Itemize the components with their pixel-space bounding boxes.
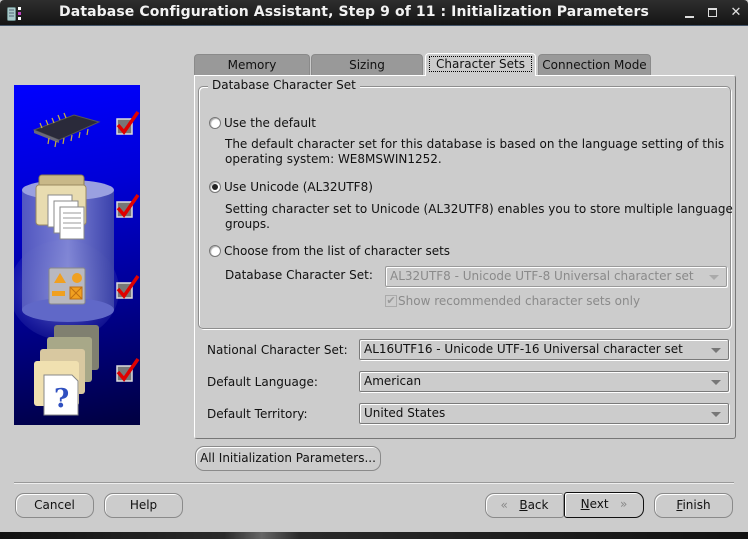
group-legend: Database Character Set	[208, 78, 360, 92]
database-charset-label: Database Character Set:	[225, 268, 373, 282]
help-button[interactable]: Help	[104, 493, 183, 518]
close-icon: ✕	[730, 5, 742, 20]
chevron-right-icon: »	[620, 497, 628, 511]
memory-chip-icon	[32, 112, 101, 148]
chevron-down-icon	[709, 275, 719, 280]
svg-text:?: ?	[54, 384, 69, 414]
radio-label: Use Unicode (AL32UTF8)	[224, 180, 373, 194]
description-line: Setting character set to Unicode (AL32UT…	[225, 202, 733, 216]
checkbox-label: Show recommended character sets only	[398, 294, 641, 308]
step-checks	[116, 110, 140, 382]
tab-label: Connection Mode	[542, 58, 647, 72]
button-label: inish	[682, 498, 711, 512]
button-label: ack	[527, 498, 549, 512]
select-value: AL32UTF8 - Unicode UTF-8 Universal chara…	[390, 269, 694, 283]
use-unicode-description: Setting character set to Unicode (AL32UT…	[225, 202, 733, 232]
radio-button[interactable]	[209, 117, 221, 129]
radio-use-default[interactable]: Use the default	[209, 116, 316, 130]
radio-label: Use the default	[224, 116, 316, 130]
tab-character-sets[interactable]: Character Sets	[425, 53, 536, 76]
dbca-window: Database Configuration Assistant, Step 9…	[0, 0, 748, 539]
chevron-down-icon	[711, 412, 721, 417]
tab-connection-mode[interactable]: Connection Mode	[538, 54, 651, 76]
all-initialization-parameters-button[interactable]: All Initialization Parameters...	[195, 446, 381, 471]
description-line: operating system: WE8MSWIN1252.	[225, 152, 442, 166]
description-line: groups.	[225, 217, 270, 231]
database-charset-select[interactable]: AL32UTF8 - Unicode UTF-8 Universal chara…	[385, 266, 727, 287]
tab-label: Memory	[227, 58, 277, 72]
select-value: United States	[364, 406, 446, 420]
mnemonic: B	[519, 498, 528, 512]
tab-memory[interactable]: Memory	[194, 54, 310, 76]
shapes-options-icon	[48, 267, 86, 305]
minimize-icon	[685, 16, 694, 18]
national-charset-label: National Character Set:	[207, 343, 348, 357]
select-value: American	[364, 374, 422, 388]
radio-button[interactable]	[209, 245, 221, 257]
separator	[14, 482, 734, 483]
step-check-icon	[116, 110, 140, 135]
minimize-button[interactable]	[682, 5, 698, 21]
maximize-button[interactable]	[705, 5, 721, 21]
tab-label: Character Sets	[428, 56, 532, 72]
button-label: ext	[589, 497, 609, 511]
title-bar[interactable]: Database Configuration Assistant, Step 9…	[0, 0, 748, 26]
step-check-icon	[116, 274, 140, 299]
cancel-button[interactable]: Cancel	[15, 493, 94, 518]
show-recommended-checkbox[interactable]: ✔ Show recommended character sets only	[385, 294, 640, 308]
window-title: Database Configuration Assistant, Step 9…	[59, 4, 649, 20]
default-language-label: Default Language:	[207, 375, 318, 389]
description-line: The default character set for this datab…	[225, 137, 725, 151]
use-default-description: The default character set for this datab…	[225, 137, 724, 167]
tab-label: Sizing	[349, 58, 385, 72]
radio-button[interactable]	[209, 181, 221, 193]
national-charset-select[interactable]: AL16UTF16 - Unicode UTF-16 Universal cha…	[359, 339, 729, 360]
mnemonic: N	[580, 497, 590, 511]
help-documents-icon: ?	[34, 325, 99, 416]
default-language-select[interactable]: American	[359, 371, 729, 392]
back-button[interactable]: « Back	[485, 493, 564, 518]
default-territory-select[interactable]: United States	[359, 403, 729, 424]
maximize-icon	[708, 8, 717, 17]
taskbar-edge	[0, 532, 748, 539]
tab-sizing[interactable]: Sizing	[311, 54, 423, 76]
default-territory-label: Default Territory:	[207, 407, 308, 421]
step-check-icon	[116, 357, 140, 382]
step-check-icon	[116, 193, 140, 218]
finish-button[interactable]: Finish	[654, 493, 733, 518]
chevron-down-icon	[711, 348, 721, 353]
select-value: AL16UTF16 - Unicode UTF-16 Universal cha…	[364, 342, 683, 356]
chevron-down-icon	[711, 380, 721, 385]
radio-use-unicode[interactable]: Use Unicode (AL32UTF8)	[209, 180, 373, 194]
close-button[interactable]: ✕	[728, 5, 744, 21]
chevron-left-icon: «	[500, 498, 508, 512]
wizard-side-image: ?	[14, 85, 140, 425]
next-button[interactable]: Next »	[564, 492, 644, 518]
check-icon[interactable]: ✔	[385, 295, 397, 307]
radio-choose-from-list[interactable]: Choose from the list of character sets	[209, 244, 450, 258]
radio-label: Choose from the list of character sets	[224, 244, 451, 258]
